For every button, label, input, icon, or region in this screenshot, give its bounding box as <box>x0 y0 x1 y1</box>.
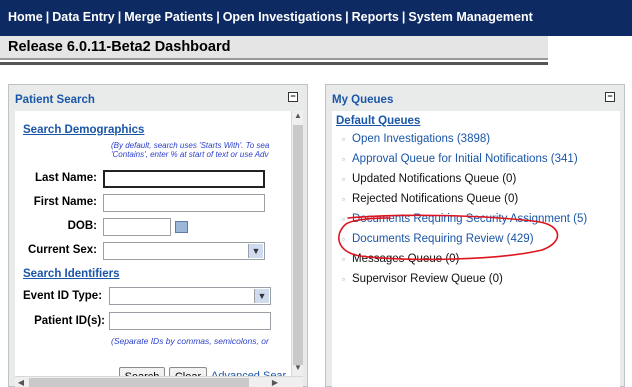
nav-reports[interactable]: Reports <box>352 10 399 24</box>
patient-search-header: Patient Search − <box>9 85 307 111</box>
scrollbar-thumb[interactable] <box>293 125 303 365</box>
dob-input[interactable] <box>103 218 171 236</box>
queue-item: ▫ Updated Notifications Queue (0) <box>342 173 516 185</box>
queue-item[interactable]: ▫ Approval Queue for Initial Notification… <box>342 153 578 165</box>
nav-separator: | <box>345 10 349 24</box>
dob-label: DOB: <box>67 220 97 232</box>
scroll-right-icon[interactable]: ▶ <box>269 377 281 387</box>
scroll-left-icon[interactable]: ◀ <box>15 377 27 387</box>
calendar-icon[interactable] <box>175 221 188 233</box>
patient-ids-input[interactable] <box>109 312 271 330</box>
nav-separator: | <box>216 10 220 24</box>
queue-open-investigations[interactable]: Open Investigations (3898) <box>352 133 490 145</box>
bullet-icon: ▫ <box>342 175 345 184</box>
my-queues-header: My Queues − <box>326 85 624 111</box>
nav-data-entry[interactable]: Data Entry <box>52 10 115 24</box>
horizontal-scrollbar[interactable]: ◀ ▶ <box>15 376 303 387</box>
scrollbar-thumb[interactable] <box>29 378 249 387</box>
bullet-icon: ▫ <box>342 195 345 204</box>
nav-open-investigations[interactable]: Open Investigations <box>223 10 342 24</box>
search-hint-line-1: (By default, search uses 'Starts With'. … <box>111 141 270 150</box>
queue-approval-initial-notifications[interactable]: Approval Queue for Initial Notifications… <box>352 153 578 165</box>
patient-search-title: Patient Search <box>15 94 95 106</box>
nav-separator: | <box>117 10 122 24</box>
queue-rejected-notifications: Rejected Notifications Queue (0) <box>352 193 519 205</box>
page-title: Release 6.0.11-Beta2 Dashboard <box>8 39 231 55</box>
scroll-down-icon[interactable]: ▼ <box>292 363 303 375</box>
last-name-input[interactable] <box>103 170 265 188</box>
red-annotation-circle <box>338 214 559 261</box>
queue-item[interactable]: ▫ Open Investigations (3898) <box>342 133 490 145</box>
collapse-icon[interactable]: − <box>288 92 298 102</box>
chevron-down-icon[interactable]: ▼ <box>254 289 269 303</box>
queue-item: ▫ Rejected Notifications Queue (0) <box>342 193 518 205</box>
vertical-scrollbar[interactable]: ▲ ▼ <box>291 111 303 376</box>
collapse-icon[interactable]: − <box>605 92 615 102</box>
title-bar-divider <box>0 62 548 65</box>
chevron-down-icon[interactable]: ▼ <box>248 244 263 258</box>
nav-home[interactable]: Home <box>8 10 43 24</box>
first-name-input[interactable] <box>103 194 265 212</box>
top-nav-bar: Home | Data Entry | Merge Patients | Open Inve… <box>0 0 632 36</box>
bullet-icon: ▫ <box>342 155 345 164</box>
bullet-icon: ▫ <box>342 275 345 284</box>
nav-separator: | <box>45 10 50 24</box>
event-id-type-label: Event ID Type: <box>23 290 103 302</box>
patient-search-panel: Patient Search − Search Demographics (By… <box>8 84 308 387</box>
page-title-bar: Release 6.0.11-Beta2 Dashboard <box>0 36 548 60</box>
nav-separator: | <box>401 10 406 24</box>
bullet-icon: ▫ <box>342 135 345 144</box>
nav-merge-patients[interactable]: Merge Patients <box>124 10 213 24</box>
search-demographics-link[interactable]: Search Demographics <box>23 124 144 136</box>
top-nav-links: Home | Data Entry | Merge Patients | Open Inve… <box>8 10 533 24</box>
search-identifiers-link[interactable]: Search Identifiers <box>23 268 120 280</box>
queue-updated-notifications: Updated Notifications Queue (0) <box>352 173 517 185</box>
event-id-type-select[interactable]: ▼ <box>109 287 271 305</box>
current-sex-select[interactable]: ▼ <box>103 242 265 260</box>
my-queues-title: My Queues <box>332 94 394 106</box>
patient-ids-hint: (Separate IDs by commas, semicolons, or <box>111 336 269 346</box>
default-queues-link[interactable]: Default Queues <box>336 115 420 127</box>
queue-item: ▫ Supervisor Review Queue (0) <box>342 273 503 285</box>
current-sex-label: Current Sex: <box>27 244 97 256</box>
scroll-up-icon[interactable]: ▲ <box>292 111 303 123</box>
nav-system-management[interactable]: System Management <box>408 10 532 24</box>
patient-search-body: Search Demographics (By default, search … <box>15 111 303 387</box>
first-name-label: First Name: <box>33 196 97 208</box>
search-hint-line-2: 'Contains', enter % at start of text or … <box>111 150 269 159</box>
last-name-label: Last Name: <box>35 172 97 184</box>
title-bar-spacer <box>548 36 632 62</box>
queue-supervisor-review: Supervisor Review Queue (0) <box>352 273 503 285</box>
patient-ids-label: Patient ID(s): <box>34 315 105 327</box>
